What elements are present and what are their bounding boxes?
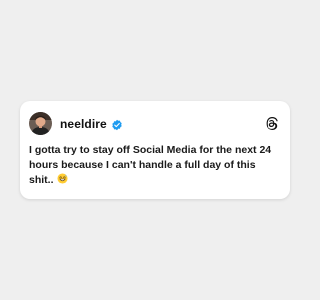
grinning-sweat-emoji xyxy=(56,173,68,184)
avatar[interactable] xyxy=(29,112,52,135)
threads-logo-icon[interactable] xyxy=(265,117,278,130)
verified-badge-icon xyxy=(111,118,123,131)
post-author: neeldire xyxy=(60,117,123,131)
username[interactable]: neeldire xyxy=(60,117,107,131)
avatar-photo xyxy=(29,112,52,135)
post-card: neeldire I gotta try to stay off Social … xyxy=(20,101,290,199)
post-text: I gotta try to stay off Social Media for… xyxy=(29,143,281,188)
